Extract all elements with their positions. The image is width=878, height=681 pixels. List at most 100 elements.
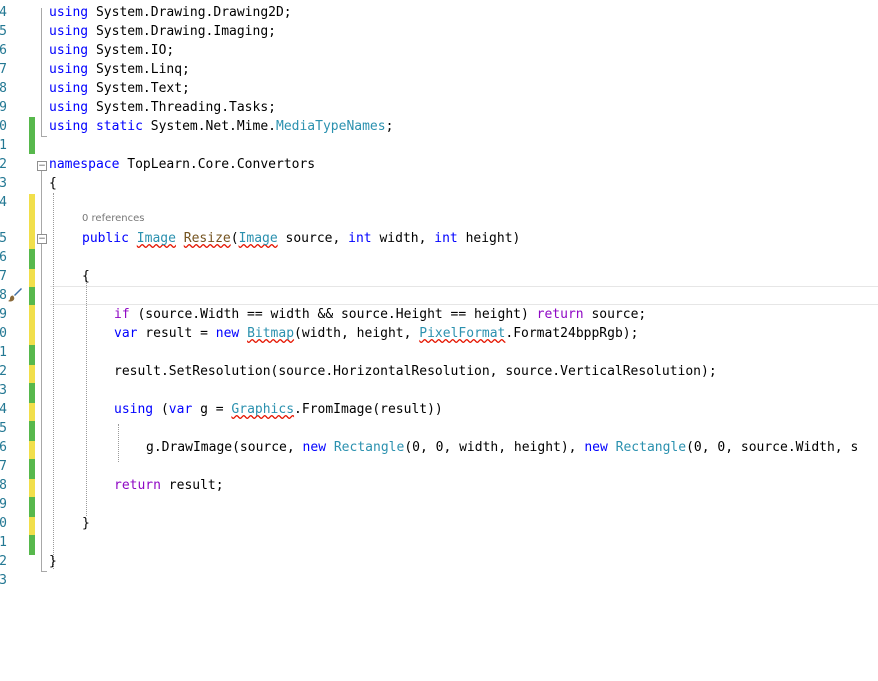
line-number: 3	[0, 383, 7, 398]
type-name: PixelFormat	[419, 326, 506, 341]
code-line-namespace[interactable]: namespace TopLearn.Core.Convertors	[0, 155, 878, 174]
line-number-row: 1	[0, 343, 878, 362]
keyword: return	[114, 478, 161, 493]
code-text: TopLearn.Core.Convertors	[119, 157, 316, 172]
code-text: result =	[137, 326, 216, 341]
keyword: return	[536, 307, 584, 322]
code-text: ;	[385, 119, 394, 134]
line-number: 6	[0, 250, 7, 265]
code-line-var-result[interactable]: var result = new Bitmap(width, height, P…	[0, 324, 878, 343]
line-number-row: 1	[0, 533, 878, 552]
line-number: 5	[0, 421, 7, 436]
code-text: System.IO;	[88, 43, 175, 58]
code-line-using[interactable]: using System.Text;	[0, 79, 878, 98]
code-text: source;	[583, 307, 647, 322]
keyword: namespace	[49, 157, 120, 172]
code-text: {	[82, 269, 90, 284]
code-text: System.Text;	[88, 81, 190, 96]
line-number-row: 8	[0, 286, 878, 305]
code-text: source,	[277, 231, 349, 246]
line-number-row: 3	[0, 381, 878, 400]
line-number-row: 1	[0, 136, 878, 155]
code-text: System.Threading.Tasks;	[88, 100, 276, 115]
line-number-row: 7	[0, 457, 878, 476]
line-number-row: 6	[0, 248, 878, 267]
code-text: (	[153, 402, 169, 417]
line-number: 3	[0, 573, 7, 588]
type-name: Graphics	[231, 402, 295, 417]
code-text: {	[49, 176, 57, 191]
line-number: 8	[0, 288, 7, 303]
code-text: g =	[192, 402, 232, 417]
code-text: (	[230, 231, 239, 246]
code-line-brace[interactable]: {	[0, 174, 878, 193]
type-name: Bitmap	[247, 326, 295, 341]
code-text: System.Drawing.Drawing2D;	[88, 5, 292, 20]
keyword: using	[49, 100, 89, 115]
type-name: Image	[238, 231, 278, 246]
keyword: using	[49, 5, 89, 20]
code-text: }	[49, 554, 57, 569]
keyword: static	[95, 119, 143, 134]
code-text: (0, 0, width, height),	[404, 440, 585, 455]
code-text: (width, height,	[294, 326, 420, 341]
code-text: width,	[371, 231, 435, 246]
code-line-using[interactable]: using System.Drawing.Imaging;	[0, 22, 878, 41]
keyword: new	[584, 440, 608, 455]
code-text: g.DrawImage(source,	[146, 440, 303, 455]
line-number: 7	[0, 459, 7, 474]
keyword: using	[49, 81, 89, 96]
code-text: .FromImage(result))	[294, 402, 443, 417]
code-text: System.Drawing.Imaging;	[88, 24, 276, 39]
line-number-row: 5	[0, 419, 878, 438]
line-number: 4	[0, 195, 7, 210]
code-line-using[interactable]: using System.Linq;	[0, 60, 878, 79]
type-name: Image	[136, 231, 176, 246]
code-line-brace[interactable]: }	[0, 552, 878, 571]
code-line-using[interactable]: using System.Drawing.Drawing2D;	[0, 3, 878, 22]
code-text: (0, 0, source.Width, s	[686, 440, 859, 455]
code-text: result.SetResolution(source.HorizontalRe…	[114, 364, 717, 379]
line-number-row: 3	[0, 571, 878, 590]
code-line-using[interactable]: using System.IO;	[0, 41, 878, 60]
keyword: using	[49, 24, 89, 39]
keyword: if	[114, 307, 130, 322]
code-line-brace[interactable]: {	[0, 267, 878, 286]
code-line-method-signature[interactable]: public Image Resize(Image source, int wi…	[0, 229, 878, 248]
code-line-set-resolution[interactable]: result.SetResolution(source.HorizontalRe…	[0, 362, 878, 381]
code-text: }	[82, 516, 90, 531]
code-text: (source.Width == width && source.Height …	[129, 307, 537, 322]
type-name: Rectangle	[615, 440, 687, 455]
line-number-row: 4	[0, 193, 878, 212]
code-text: .Format24bppRgb);	[505, 326, 639, 341]
keyword: new	[302, 440, 327, 455]
keyword: public	[82, 231, 129, 246]
code-line-brace[interactable]: }	[0, 514, 878, 533]
code-line-draw-image[interactable]: g.DrawImage(source, new Rectangle(0, 0, …	[0, 438, 878, 457]
type-name: MediaTypeNames	[276, 119, 386, 134]
code-line-if[interactable]: if (source.Width == width && source.Heig…	[0, 305, 878, 324]
code-editor[interactable]: − − 0 references 4 5 6 7 8 9 0 1 2 3 4 5…	[0, 0, 878, 681]
type-name: Rectangle	[333, 440, 405, 455]
line-number: 9	[0, 497, 7, 512]
keyword: using	[114, 402, 154, 417]
keyword: new	[215, 326, 240, 341]
keyword: int	[348, 231, 372, 246]
code-line-using-static[interactable]: using static System.Net.Mime.MediaTypeNa…	[0, 117, 878, 136]
line-number: 1	[0, 535, 7, 550]
code-line-return[interactable]: return result;	[0, 476, 878, 495]
keyword: var	[168, 402, 193, 417]
code-line-using[interactable]: using System.Threading.Tasks;	[0, 98, 878, 117]
line-number: 1	[0, 138, 7, 153]
code-line-using-graphics[interactable]: using (var g = Graphics.FromImage(result…	[0, 400, 878, 419]
keyword: using	[49, 119, 89, 134]
code-text: height)	[457, 231, 521, 246]
keyword: var	[114, 326, 138, 341]
codelens-references[interactable]: 0 references	[82, 213, 145, 224]
method-name: Resize	[183, 231, 231, 246]
keyword: using	[49, 62, 89, 77]
keyword: int	[434, 231, 458, 246]
line-number: 1	[0, 345, 7, 360]
